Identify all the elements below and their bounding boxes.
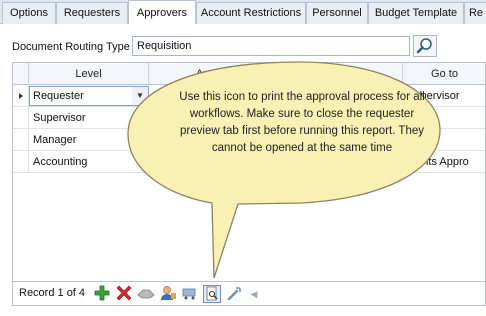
callout-bubble [127,61,441,279]
callout-text: Use this icon to print the approval proc… [179,91,425,154]
